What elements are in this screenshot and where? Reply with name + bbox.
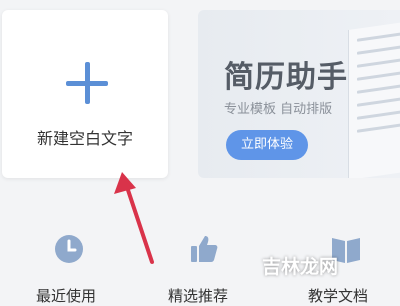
plus-icon-vertical <box>85 62 90 104</box>
nav-item-featured[interactable]: 精选推荐 <box>150 230 270 305</box>
nav-item-recent[interactable]: 最近使用 <box>0 230 140 305</box>
nav-label-recent: 最近使用 <box>36 287 97 305</box>
watermark: 吉林龙网 <box>262 256 339 278</box>
new-blank-document-label: 新建空白文字 <box>36 129 133 148</box>
clock-icon <box>55 235 83 263</box>
thumbs-up-icon <box>191 236 218 262</box>
nav-label-tutorials: 教学文档 <box>308 287 369 305</box>
banner-title: 简历助手 <box>224 60 348 95</box>
resume-assistant-banner[interactable]: 简历助手 专业模板 自动排版 立即体验 <box>198 10 400 178</box>
new-blank-document-card[interactable]: 新建空白文字 <box>2 10 168 178</box>
try-now-button[interactable]: 立即体验 <box>226 130 308 160</box>
banner-subtitle: 专业模板 自动排版 <box>224 102 333 117</box>
resume-preview-image <box>348 20 400 178</box>
nav-label-featured: 精选推荐 <box>168 287 229 305</box>
